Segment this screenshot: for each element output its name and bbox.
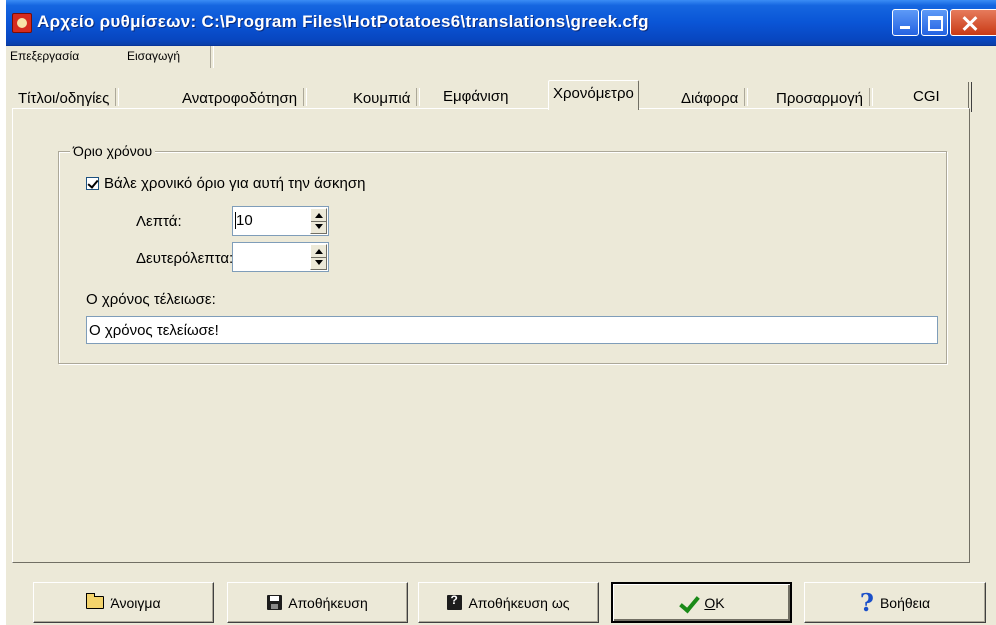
help-button[interactable]: ? Βοήθεια bbox=[804, 582, 986, 623]
disk-icon bbox=[267, 595, 283, 610]
title-bar[interactable]: Αρχείο ρυθμίσεων: C:\Program Files\HotPo… bbox=[6, 0, 996, 46]
ok-button[interactable]: OK bbox=[611, 582, 792, 623]
minutes-spinner[interactable]: 10 bbox=[232, 206, 329, 236]
seconds-spin-buttons[interactable] bbox=[310, 244, 327, 270]
check-icon bbox=[678, 595, 698, 611]
save-as-button[interactable]: Αποθήκευση ως bbox=[418, 582, 599, 623]
spin-up-icon[interactable] bbox=[315, 213, 323, 218]
ok-button-label: OK bbox=[704, 594, 725, 611]
disk-question-icon bbox=[447, 593, 463, 610]
tab-label: Διάφορα bbox=[681, 90, 739, 107]
tab-timer[interactable]: Χρονόμετρο bbox=[548, 80, 639, 110]
seconds-label: Δευτερόλεπτα: bbox=[136, 250, 234, 267]
tab-divider bbox=[416, 88, 421, 106]
spin-divider bbox=[311, 221, 326, 222]
menu-insert[interactable]: Εισαγωγή bbox=[127, 49, 180, 63]
tab-label: CGI bbox=[913, 88, 940, 105]
tab-appearance[interactable]: Εμφάνιση bbox=[443, 85, 508, 107]
open-button-label: Άνοιγμα bbox=[110, 594, 161, 611]
time-limit-checkbox[interactable] bbox=[86, 177, 99, 190]
tab-label: Χρονόμετρο bbox=[553, 85, 634, 102]
tab-titles[interactable]: Τίτλοι/οδηγίες bbox=[18, 85, 120, 107]
minutes-label: Λεπτά: bbox=[136, 213, 182, 230]
time-limit-group-title: Όριο χρόνου bbox=[70, 143, 156, 159]
timeout-message-input[interactable] bbox=[86, 316, 938, 344]
tab-misc[interactable]: Διάφορα bbox=[681, 85, 749, 107]
minutes-spin-buttons[interactable] bbox=[310, 208, 327, 234]
menu-divider bbox=[210, 46, 214, 68]
open-button[interactable]: Άνοιγμα bbox=[33, 582, 214, 623]
tab-divider bbox=[303, 88, 308, 106]
spin-down-icon[interactable] bbox=[315, 260, 323, 265]
tab-buttons[interactable]: Κουμπιά bbox=[353, 85, 421, 107]
timeout-message-label: Ο χρόνος τέλειωσε: bbox=[86, 291, 216, 308]
menu-bar: Επεξεργασία Εισαγωγή bbox=[6, 46, 996, 68]
save-button-label: Αποθήκευση bbox=[288, 594, 368, 611]
tab-feedback[interactable]: Ανατροφοδότηση bbox=[182, 85, 308, 107]
time-limit-checkbox-label[interactable]: Βάλε χρονικό όριο για αυτή την άσκηση bbox=[104, 175, 365, 192]
help-icon: ? bbox=[859, 587, 874, 617]
menu-edit[interactable]: Επεξεργασία bbox=[10, 49, 79, 63]
minutes-value[interactable]: 10 bbox=[236, 212, 253, 229]
app-icon[interactable] bbox=[12, 13, 32, 33]
seconds-spinner[interactable] bbox=[232, 242, 329, 272]
tab-label: Κουμπιά bbox=[353, 90, 411, 107]
tab-customize[interactable]: Προσαρμογή bbox=[776, 85, 873, 107]
folder-icon bbox=[86, 593, 105, 609]
spin-down-icon[interactable] bbox=[315, 224, 323, 229]
tab-divider bbox=[869, 88, 873, 106]
tab-label: Τίτλοι/οδηγίες bbox=[18, 90, 110, 107]
tab-label: Προσαρμογή bbox=[776, 90, 863, 107]
help-button-label: Βοήθεια bbox=[879, 594, 931, 611]
save-as-button-label: Αποθήκευση ως bbox=[468, 594, 570, 611]
minimize-button[interactable] bbox=[892, 9, 919, 36]
tab-divider bbox=[115, 88, 120, 106]
config-window: Αρχείο ρυθμίσεων: C:\Program Files\HotPo… bbox=[6, 0, 996, 625]
window-title: Αρχείο ρυθμίσεων: C:\Program Files\HotPo… bbox=[37, 12, 649, 31]
close-button[interactable] bbox=[950, 9, 996, 36]
tab-label: Ανατροφοδότηση bbox=[182, 90, 298, 107]
tab-divider bbox=[744, 88, 749, 106]
tab-strip: Τίτλοι/οδηγίες Ανατροφοδότηση Κουμπιά Εμ… bbox=[6, 80, 996, 110]
tab-cgi[interactable]: CGI bbox=[913, 85, 940, 107]
tab-label: Εμφάνιση bbox=[443, 88, 509, 105]
spin-up-icon[interactable] bbox=[315, 249, 323, 254]
maximize-button[interactable] bbox=[921, 9, 948, 36]
spin-divider bbox=[311, 257, 326, 258]
save-button[interactable]: Αποθήκευση bbox=[227, 582, 408, 623]
